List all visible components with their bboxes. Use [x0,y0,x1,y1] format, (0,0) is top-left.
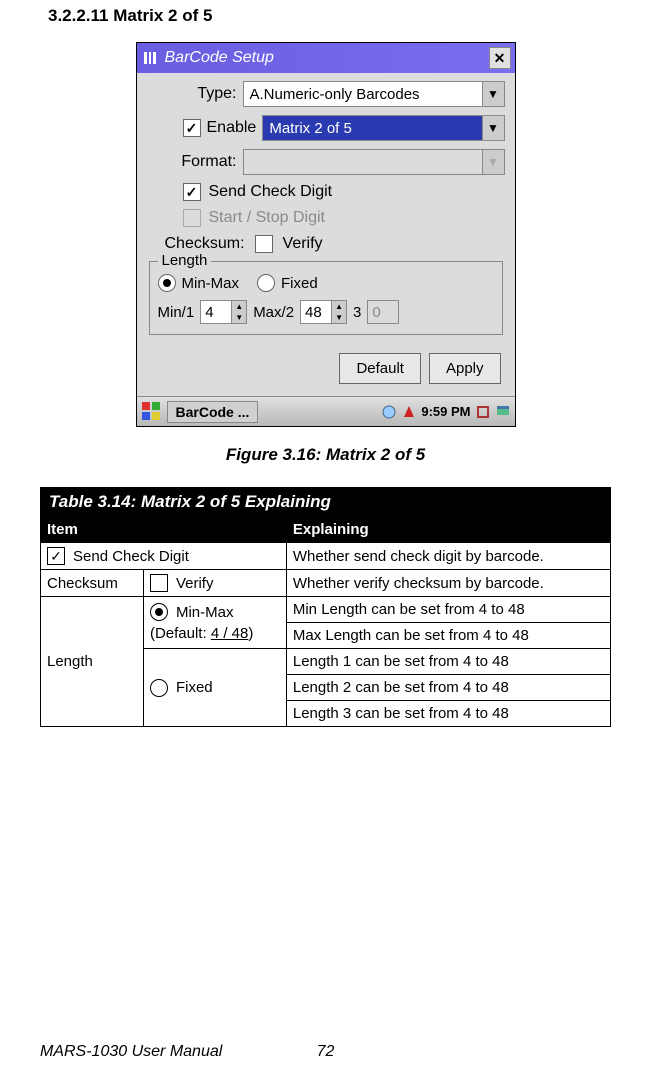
footer-page-number: 72 [317,1043,335,1061]
table-item: Min-Max [176,604,234,621]
enable-checkbox[interactable]: ✓ [183,119,201,137]
fixed-radio-label: Fixed [281,275,318,292]
fixed-radio[interactable] [257,274,275,292]
verify-label: Verify [283,235,323,253]
footer-manual: MARS-1030 User Manual [40,1043,222,1061]
radio-icon [150,603,168,621]
up-icon[interactable]: ▲ [332,301,346,312]
length-group: Length Min-Max Fixed Min/1 [149,261,503,335]
default-button[interactable]: Default [339,353,421,384]
app-icon [141,49,159,67]
table-explain: Length 2 can be set from 4 to 48 [286,675,610,701]
table-default: (Default: 4 / 48) [150,625,253,642]
type-dropdown[interactable]: A.Numeric-only Barcodes ▼ [243,81,505,107]
col-explaining: Explaining [286,517,610,543]
table-explain: Whether send check digit by barcode. [286,543,610,570]
screenshot-container: BarCode Setup ✕ Type: A.Numeric-only Bar… [40,42,611,427]
checksum-label: Checksum: [165,235,245,253]
table-item: Checksum [41,570,144,597]
window-titlebar: BarCode Setup ✕ [137,43,515,73]
table-explain: Length 1 can be set from 4 to 48 [286,649,610,675]
section-heading: 3.2.2.11 Matrix 2 of 5 [48,6,611,26]
start-icon[interactable] [141,401,163,423]
send-check-digit-label: Send Check Digit [209,183,333,201]
taskbar: BarCode ... 9:59 PM [137,396,515,426]
table-item-length: Length [41,597,144,727]
window-title: BarCode Setup [165,49,483,67]
enable-label: Enable [207,119,257,137]
enable-dropdown[interactable]: Matrix 2 of 5 ▼ [262,115,504,141]
table-title: Table 3.14: Matrix 2 of 5 Explaining [41,488,611,517]
type-label: Type: [147,85,237,103]
table-explain: Length 3 can be set from 4 to 48 [286,701,610,727]
three-input [368,304,398,321]
table-item: Verify [176,575,214,592]
min1-label: Min/1 [158,304,195,321]
desktop-icon[interactable] [495,404,511,420]
max2-label: Max/2 [253,304,294,321]
type-value: A.Numeric-only Barcodes [244,86,482,103]
taskbar-task[interactable]: BarCode ... [167,401,259,423]
min1-spinner[interactable]: ▲▼ [200,300,247,324]
table-explain: Max Length can be set from 4 to 48 [286,623,610,649]
table-explain: Whether verify checksum by barcode. [286,570,610,597]
tray-icon[interactable] [401,404,417,420]
tray-icon[interactable] [475,404,491,420]
down-icon[interactable]: ▼ [232,312,246,323]
max2-spinner[interactable]: ▲▼ [300,300,347,324]
verify-checkbox[interactable] [255,235,273,253]
start-stop-label: Start / Stop Digit [209,209,326,227]
tray-icon[interactable] [381,404,397,420]
apply-button[interactable]: Apply [429,353,501,384]
checkbox-icon [150,574,168,592]
explain-table: Table 3.14: Matrix 2 of 5 Explaining Ite… [40,487,611,727]
close-button[interactable]: ✕ [489,47,511,69]
length-legend: Length [158,252,212,269]
max2-input[interactable] [301,304,331,321]
chevron-down-icon: ▼ [482,150,504,174]
chevron-down-icon: ▼ [482,116,504,140]
three-spinner [367,300,399,324]
page-footer: MARS-1030 User Manual 72 [0,1043,651,1061]
format-label: Format: [147,153,237,171]
table-item: Send Check Digit [73,548,189,565]
format-dropdown: ▼ [243,149,505,175]
table-item: Fixed [176,679,213,696]
down-icon[interactable]: ▼ [332,312,346,323]
send-check-digit-checkbox[interactable]: ✓ [183,183,201,201]
chevron-down-icon: ▼ [482,82,504,106]
barcode-setup-window: BarCode Setup ✕ Type: A.Numeric-only Bar… [136,42,516,427]
radio-icon [150,679,168,697]
start-stop-checkbox [183,209,201,227]
checkbox-icon: ✓ [47,547,65,565]
taskbar-clock: 9:59 PM [421,404,470,419]
three-label: 3 [353,304,361,321]
min1-input[interactable] [201,304,231,321]
enable-value: Matrix 2 of 5 [263,120,481,137]
minmax-radio-label: Min-Max [182,275,240,292]
up-icon[interactable]: ▲ [232,301,246,312]
minmax-radio[interactable] [158,274,176,292]
figure-caption: Figure 3.16: Matrix 2 of 5 [40,445,611,465]
table-explain: Min Length can be set from 4 to 48 [286,597,610,623]
col-item: Item [41,517,287,543]
